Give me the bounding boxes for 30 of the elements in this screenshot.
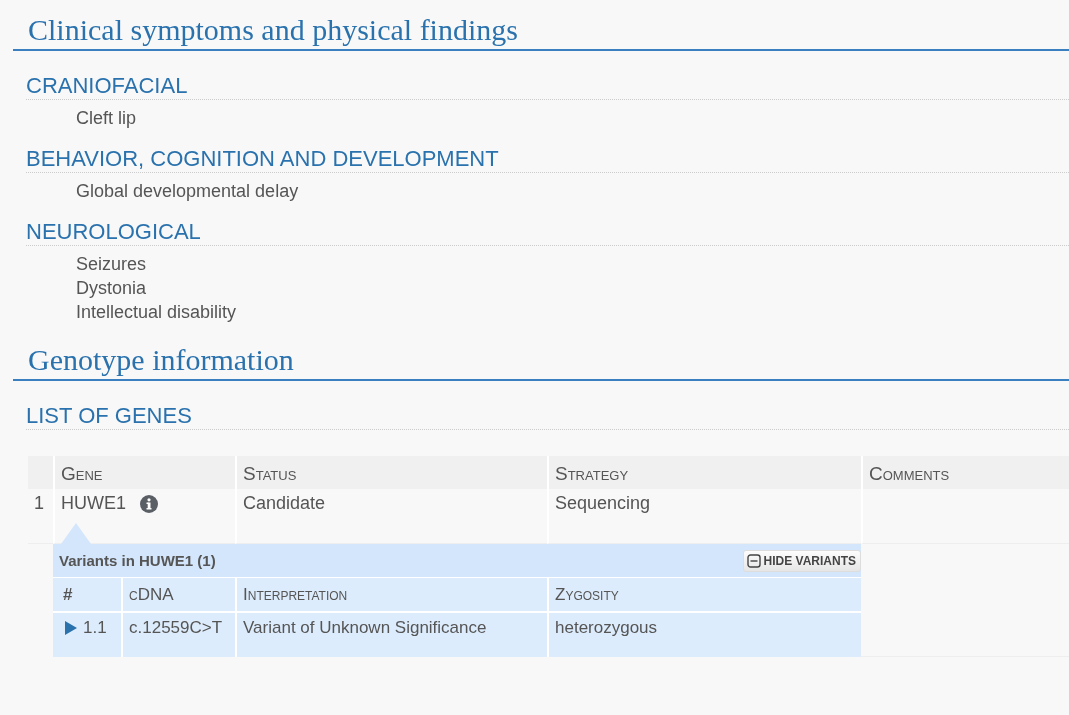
- section-title: Genotype information: [13, 342, 1069, 381]
- column-header: cDNA: [121, 578, 235, 613]
- finding-text: Global developmental delay: [76, 180, 300, 203]
- table-cell: heterozygous: [547, 613, 861, 657]
- column-header: Zygosity: [547, 578, 861, 613]
- column-header: Interpretation: [235, 578, 547, 613]
- column-header: #: [53, 578, 121, 613]
- column-header: Comments: [861, 456, 1069, 489]
- finding-text: Dystonia: [76, 277, 148, 300]
- row-number: 1: [28, 489, 53, 544]
- table-cell: Variant of Unknown Significance: [235, 613, 547, 657]
- row-number: 1.1: [83, 618, 107, 639]
- hide-variants-button[interactable]: HIDE VARIANTS: [742, 549, 861, 572]
- table-cell: c.12559C>T: [121, 613, 235, 657]
- finding-text: Seizures: [76, 253, 148, 276]
- gene-name: HUWE1: [61, 493, 126, 514]
- variants-title: Variants in HUWE1 (1): [59, 552, 216, 569]
- category-heading: LIST OF GENES: [26, 403, 1069, 430]
- category-heading: NEUROLOGICAL: [26, 219, 1069, 246]
- finding-text: Intellectual disability: [76, 301, 238, 324]
- finding-text: Cleft lip: [76, 107, 138, 130]
- column-header: Status: [235, 456, 547, 489]
- minus-icon: [746, 553, 761, 568]
- section-title: Clinical symptoms and physical findings: [13, 12, 1069, 51]
- category-heading: CRANIOFACIAL: [26, 73, 1069, 100]
- expand-icon[interactable]: [65, 621, 77, 635]
- category-heading: BEHAVIOR, COGNITION AND DEVELOPMENT: [26, 146, 1069, 173]
- column-header: Strategy: [547, 456, 861, 489]
- column-header: Gene: [53, 456, 235, 489]
- info-icon[interactable]: [140, 495, 158, 513]
